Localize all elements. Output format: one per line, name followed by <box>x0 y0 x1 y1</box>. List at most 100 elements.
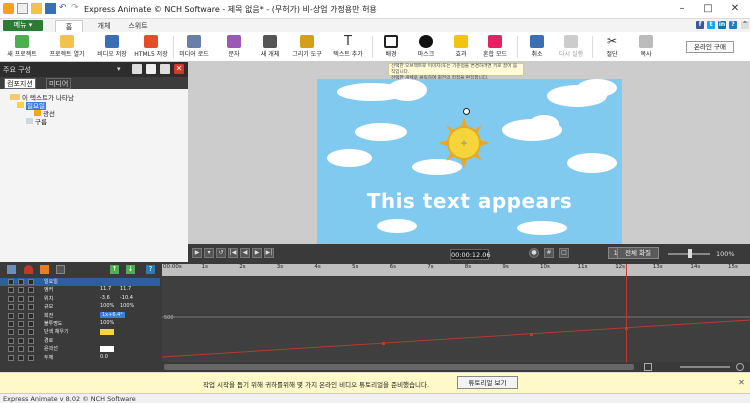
save-html5-button[interactable]: HTML5 저장 <box>132 33 170 61</box>
lock-toggle-icon[interactable] <box>18 279 24 285</box>
effects-button[interactable]: 효과 <box>444 33 478 61</box>
add-text-button[interactable]: T 텍스트 추가 <box>327 33 369 61</box>
property-value[interactable]: 11.7 <box>120 286 131 292</box>
new-file-icon[interactable] <box>17 3 28 14</box>
property-row[interactable]: 경로 <box>0 337 160 345</box>
dropdown-icon[interactable]: ▾ <box>117 65 121 73</box>
close-banner-icon[interactable]: ✕ <box>737 378 746 387</box>
twitter-icon[interactable]: t <box>707 21 715 29</box>
facebook-icon[interactable]: f <box>696 21 704 29</box>
keyframe-toggle-icon[interactable] <box>28 279 34 285</box>
tab-object[interactable]: 개체 <box>90 20 118 32</box>
visibility-toggle-icon[interactable] <box>8 321 14 327</box>
property-value[interactable]: -3.6 <box>100 295 110 301</box>
keyframe-toggle-icon[interactable] <box>28 295 34 302</box>
lock-toggle-icon[interactable] <box>18 304 24 311</box>
keyframe-icon[interactable] <box>7 265 16 274</box>
property-value[interactable]: 100% <box>100 320 114 326</box>
cut-button[interactable]: ✂ 절단 <box>598 33 626 61</box>
background-button[interactable]: 배경 <box>376 33 406 61</box>
new-object-button[interactable]: 새 개체 <box>253 33 287 61</box>
pen-icon[interactable] <box>40 265 49 274</box>
property-row[interactable]: 단색 채우기 <box>0 328 160 336</box>
lock-toggle-icon[interactable] <box>18 287 24 294</box>
save-icon[interactable] <box>45 3 56 14</box>
play-icon[interactable]: ▶ <box>192 248 202 258</box>
linkedin-icon[interactable]: in <box>718 21 726 29</box>
property-value[interactable]: 100% <box>120 303 134 309</box>
zoom-slider-thumb[interactable] <box>688 249 692 258</box>
move-up-icon[interactable]: ↑ <box>110 265 119 274</box>
delete-composition-icon[interactable]: ✕ <box>174 64 184 74</box>
property-row[interactable]: 규모 100% 100% <box>0 303 160 311</box>
new-composition-icon[interactable] <box>146 64 156 74</box>
next-frame-icon[interactable]: ▶ <box>252 248 262 258</box>
graph-mode-icon[interactable] <box>56 265 65 274</box>
property-row[interactable]: 회전 1x+6.4° <box>0 311 160 320</box>
move-down-icon[interactable]: ↓ <box>126 265 135 274</box>
rotation-handle-icon[interactable] <box>463 108 470 115</box>
sun-graphic[interactable] <box>438 117 490 169</box>
edit-composition-icon[interactable] <box>132 64 142 74</box>
keyframe-graph[interactable]: 500 <box>161 277 750 362</box>
visibility-toggle-icon[interactable] <box>8 337 14 344</box>
tab-composition[interactable]: 컴포지션 <box>4 78 36 89</box>
timeline-help-icon[interactable]: ? <box>146 265 155 274</box>
snapshot-icon[interactable]: ● <box>529 248 539 258</box>
keyframe-toggle-icon[interactable] <box>28 337 34 344</box>
stage-text[interactable]: This text appears <box>317 189 622 213</box>
lock-toggle-icon[interactable] <box>18 312 24 319</box>
redo-quick-icon[interactable]: ↷ <box>71 3 82 14</box>
visibility-toggle-icon[interactable] <box>8 312 14 319</box>
tree-item-clouds[interactable]: 구름 <box>26 116 47 126</box>
character-button[interactable]: 문자 <box>217 33 251 61</box>
buy-online-button[interactable]: 온라인 구매 <box>686 41 734 53</box>
property-row[interactable]: 일요일 <box>0 278 160 286</box>
new-project-button[interactable]: 새 프로젝트 <box>2 33 42 61</box>
timeline-zoom-slider[interactable] <box>680 366 730 368</box>
open-project-button[interactable]: 프로젝트 열기 <box>44 33 90 61</box>
undo-button[interactable]: 취소 <box>522 33 552 61</box>
fill-color-swatch[interactable] <box>100 329 114 336</box>
property-row[interactable]: 불투명도 100% <box>0 320 160 328</box>
composition-select[interactable]: 주요 구성 <box>3 65 31 75</box>
property-value[interactable]: 100% <box>100 303 114 309</box>
property-value[interactable]: 11.7 <box>100 286 111 292</box>
duplicate-composition-icon[interactable] <box>160 64 170 74</box>
visibility-toggle-icon[interactable] <box>8 304 14 311</box>
mask-button[interactable]: 마스크 <box>410 33 442 61</box>
keyframe-toggle-icon[interactable] <box>28 346 34 353</box>
visibility-toggle-icon[interactable] <box>8 287 14 294</box>
open-folder-icon[interactable] <box>31 3 42 14</box>
collapse-ribbon-icon[interactable]: ^ <box>741 21 749 29</box>
timeline-scrollbar[interactable] <box>160 362 750 372</box>
lock-toggle-icon[interactable] <box>18 354 24 361</box>
magnet-icon[interactable] <box>24 265 33 274</box>
timeline-ruler[interactable]: 00:00s 1s 2s 3s 4s 5s 6s 7s 8s 9s 10s 11s 12s 13s 14s 1… <box>162 264 750 276</box>
visibility-toggle-icon[interactable] <box>8 329 14 336</box>
play-dropdown-icon[interactable]: ▾ <box>204 248 214 258</box>
stage-preview[interactable]: This text appears <box>317 79 622 244</box>
safe-area-icon[interactable]: □ <box>559 248 569 258</box>
loop-icon[interactable]: ↺ <box>216 248 226 258</box>
keyframe-toggle-icon[interactable] <box>28 354 34 361</box>
keyframe-marker[interactable] <box>530 333 533 336</box>
lock-toggle-icon[interactable] <box>18 337 24 344</box>
view-tutorials-button[interactable]: 튜토리얼 보기 <box>457 376 518 389</box>
lock-toggle-icon[interactable] <box>18 346 24 353</box>
copy-button[interactable]: 복사 <box>632 33 660 61</box>
playhead[interactable] <box>626 264 627 362</box>
property-value[interactable]: 0.0 <box>100 354 108 360</box>
end-icon[interactable]: ▶| <box>264 248 274 258</box>
close-button[interactable]: ✕ <box>726 2 744 16</box>
lock-toggle-icon[interactable] <box>18 329 24 336</box>
grid-icon[interactable]: # <box>544 248 554 258</box>
timeline-zoom-icon[interactable] <box>736 363 744 371</box>
outline-color-swatch[interactable] <box>100 346 114 353</box>
start-icon[interactable]: |◀ <box>228 248 238 258</box>
tab-suite[interactable]: 스위트 <box>122 20 154 32</box>
keyframe-toggle-icon[interactable] <box>28 321 34 327</box>
menu-button[interactable]: 메뉴 ▾ <box>3 20 43 31</box>
property-value[interactable]: 1x+6.4° <box>100 311 125 318</box>
blend-mode-button[interactable]: 혼합 모드 <box>478 33 512 61</box>
